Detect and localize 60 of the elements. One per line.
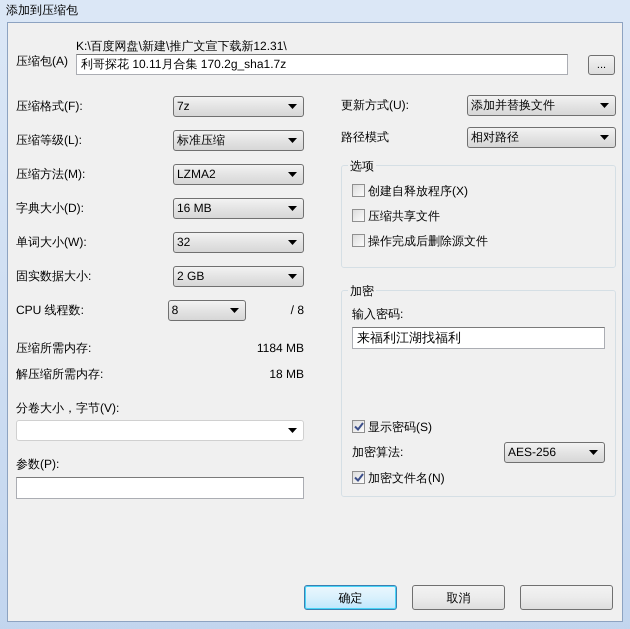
memory-value: 1184 MB (256, 340, 304, 357)
dialog-button[interactable]: 确定 (304, 585, 397, 610)
field-label: 参数(P): (16, 456, 60, 473)
caret-icon (288, 274, 297, 278)
checkbox[interactable] (352, 471, 365, 484)
caret-icon (288, 206, 297, 210)
caret-icon (288, 428, 297, 433)
field-label: 压缩所需内存: (16, 340, 92, 357)
caret-icon (589, 450, 598, 454)
field-label: 压缩等级(L): (16, 132, 83, 149)
memory-value: 18 MB (269, 366, 304, 383)
checkbox[interactable] (352, 234, 365, 247)
field-label: 更新方式(U): (341, 97, 410, 114)
field-label: 固实数据大小: (16, 268, 92, 285)
checkbox[interactable] (352, 420, 365, 433)
browse-button[interactable]: ... (588, 54, 615, 74)
dropdown[interactable]: 添加并替换文件 (467, 94, 616, 116)
caret-icon (230, 308, 239, 312)
field-label: 分卷大小，字节(V): (16, 400, 120, 417)
checkbox-label[interactable]: 操作完成后删除源文件 (368, 232, 488, 250)
field-label: 输入密码: (352, 306, 404, 323)
field-label: CPU 线程数: (16, 302, 86, 319)
caret-icon (288, 172, 297, 176)
caret-icon (600, 102, 609, 108)
checkbox-label[interactable]: 显示密码(S) (368, 418, 432, 436)
field-label: 字典大小(D): (16, 200, 85, 217)
dialog-button[interactable]: 取消 (412, 585, 505, 610)
field-label: 解压缩所需内存: (16, 366, 104, 383)
caret-icon (288, 240, 297, 244)
caret-icon (288, 138, 297, 142)
field-label: 压缩格式(F): (16, 98, 84, 115)
dropdown[interactable]: 7z (173, 96, 304, 116)
archive-label: 压缩包(A) (16, 53, 69, 70)
parameters-field[interactable] (16, 477, 304, 499)
dropdown[interactable]: 8 (168, 300, 246, 320)
checkbox-label[interactable]: 压缩共享文件 (368, 206, 440, 224)
dropdown[interactable]: 16 MB (173, 198, 304, 218)
archive-name-field[interactable]: 利哥探花 10.11月合集 170.2g_sha1.7z (76, 54, 568, 75)
thread-count: / 8 (290, 302, 304, 319)
field-label: 单词大小(W): (16, 234, 88, 251)
field-label: 路径模式 (341, 129, 390, 146)
caret-icon (288, 104, 297, 108)
archive-path: K:\百度网盘\新建\推广文宣下载新12.31\ (76, 39, 288, 54)
checkbox-label[interactable]: 创建自释放程序(X) (368, 182, 468, 200)
dropdown[interactable]: AES-256 (504, 442, 605, 462)
caret-icon (600, 134, 609, 140)
field-label: 压缩方法(M): (16, 166, 86, 183)
checkbox[interactable] (352, 184, 365, 197)
checkbox[interactable] (352, 209, 365, 222)
blank-button[interactable] (520, 585, 613, 610)
group-title: 选项 (348, 157, 376, 175)
window-title: 添加到压缩包 (5, 2, 79, 19)
field-label: 加密算法: (352, 444, 404, 461)
password-field[interactable]: 来福利江湖找福利 (352, 327, 605, 349)
checkbox-label[interactable]: 加密文件名(N) (368, 468, 445, 486)
dropdown[interactable]: 相对路径 (467, 126, 616, 148)
dropdown[interactable]: 标准压缩 (173, 130, 304, 150)
dropdown[interactable]: LZMA2 (173, 164, 304, 184)
dropdown[interactable]: 32 (173, 232, 304, 252)
dropdown[interactable]: 2 GB (173, 266, 304, 286)
